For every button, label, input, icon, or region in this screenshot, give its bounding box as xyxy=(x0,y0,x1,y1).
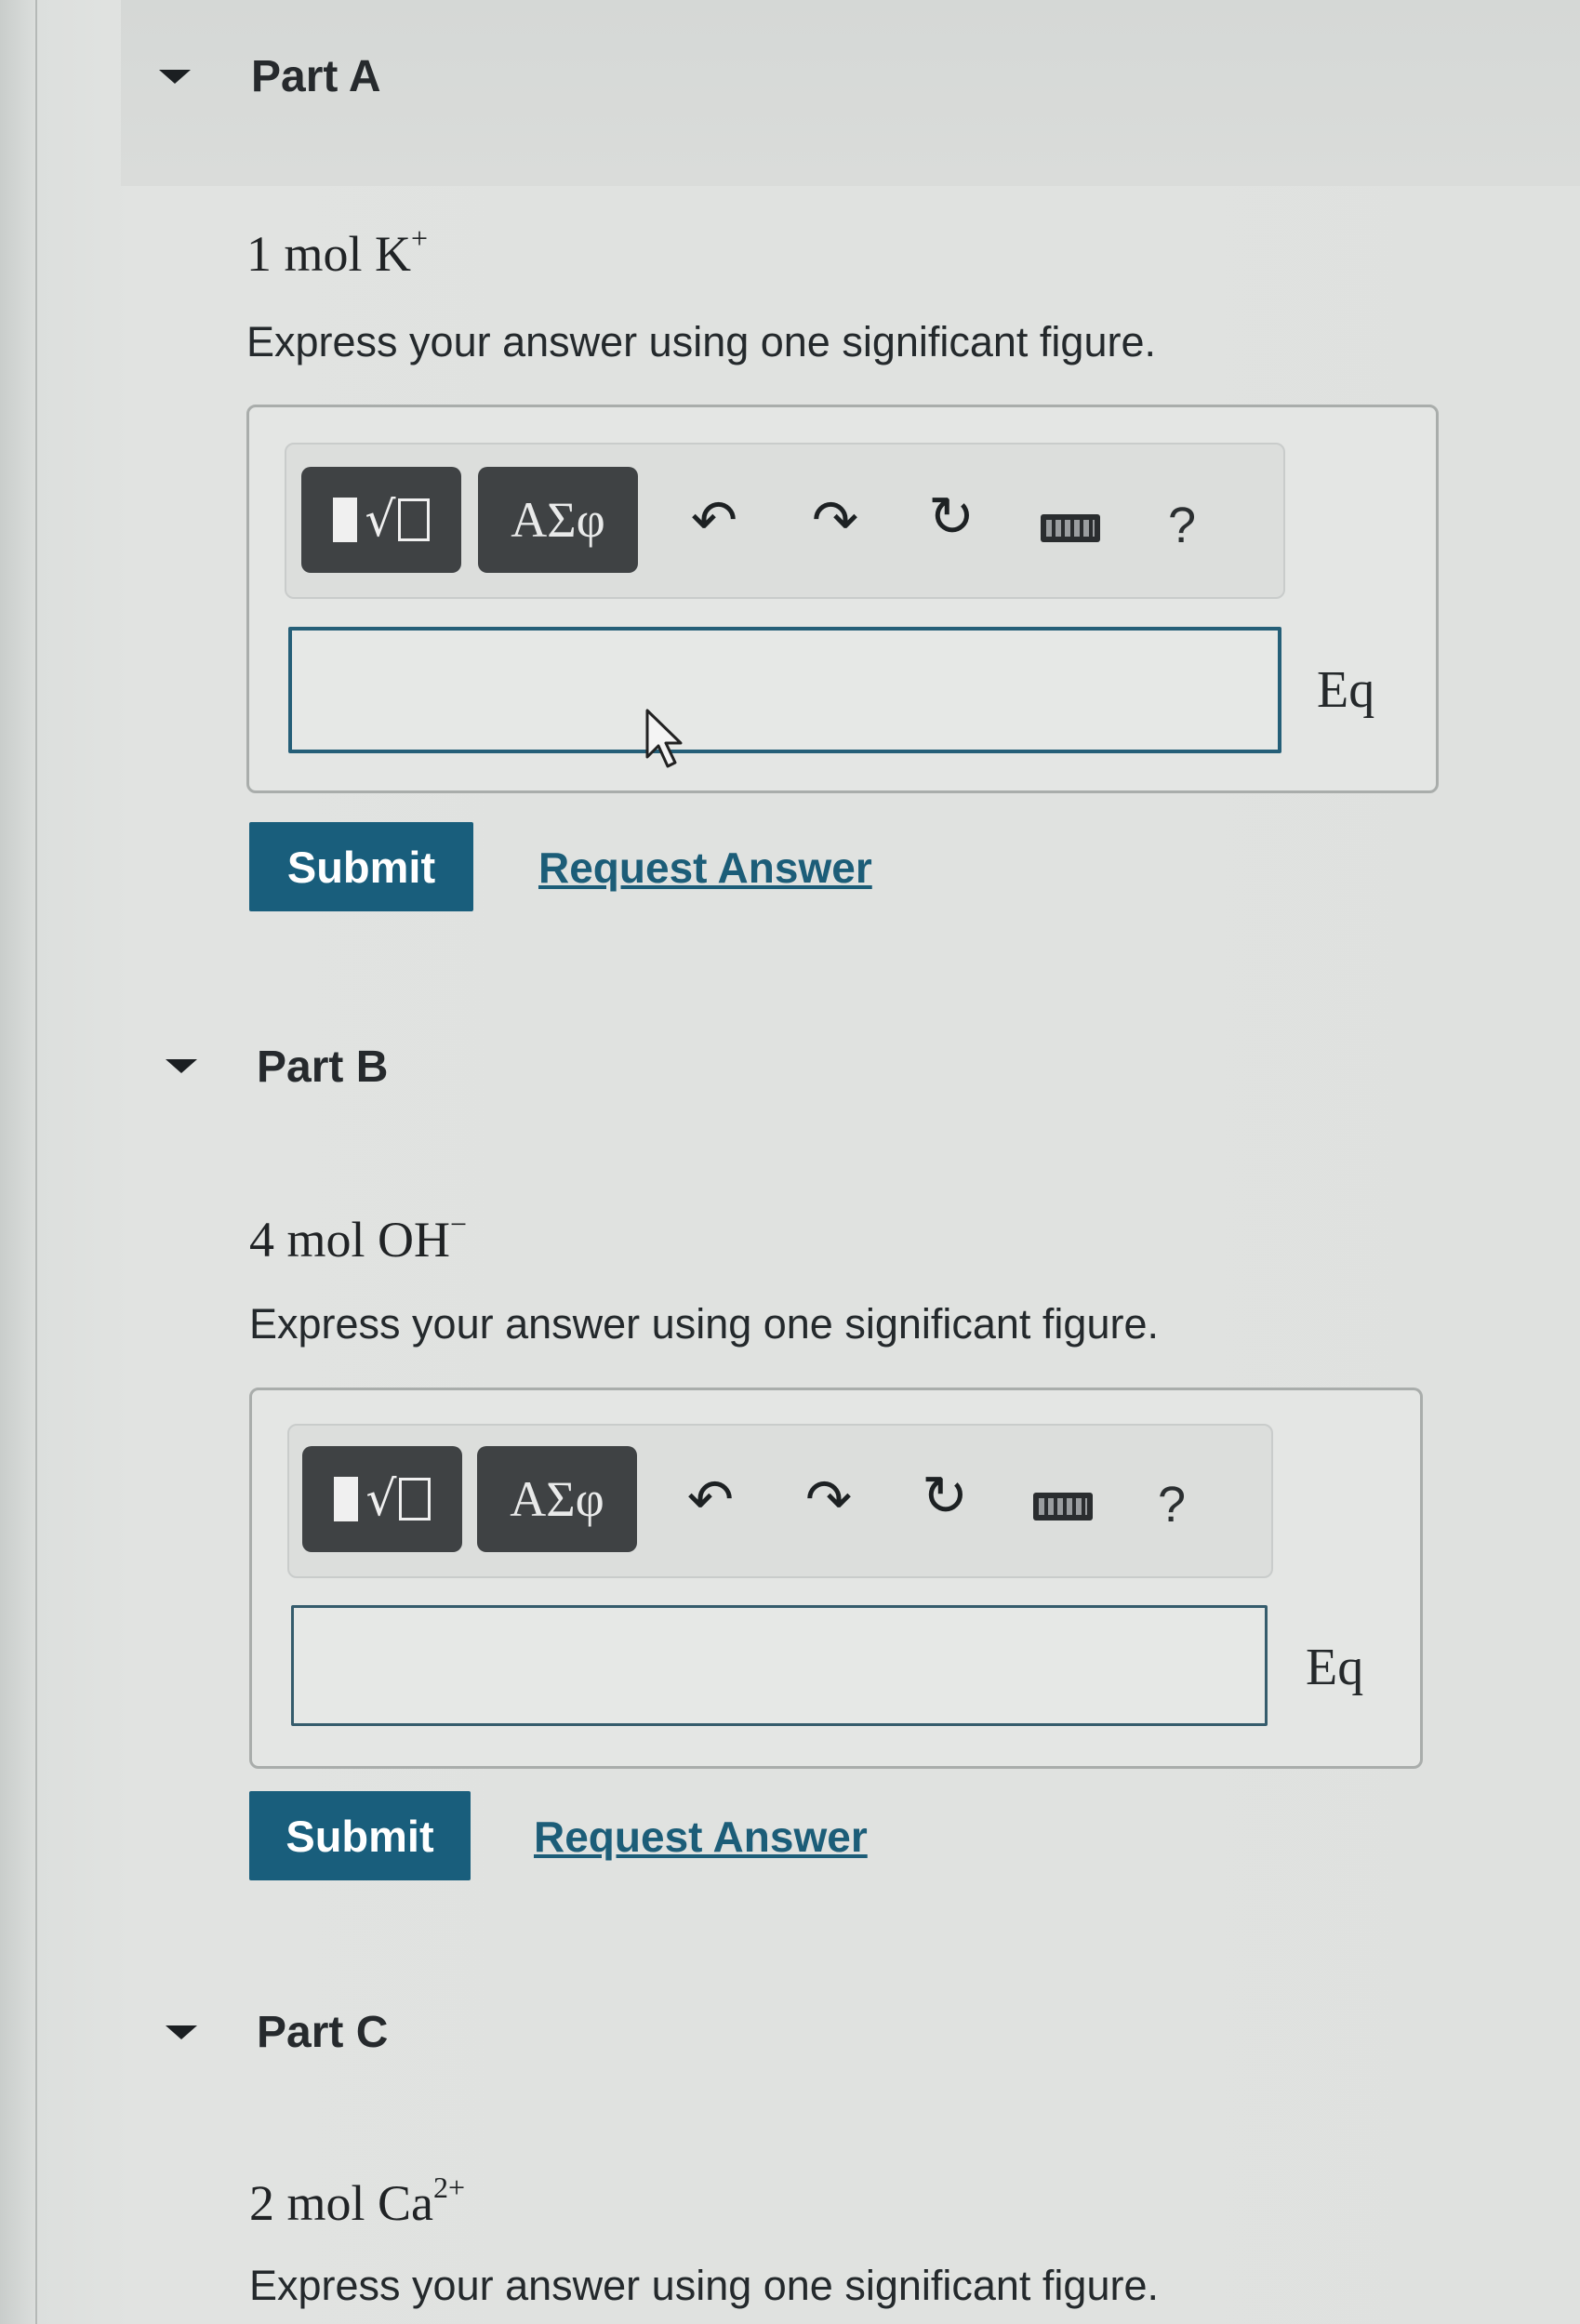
part-a-answer-panel: √ ΑΣφ ↶ ↷ ↻ ? Eq xyxy=(246,405,1439,793)
keyboard-icon[interactable] xyxy=(1033,1493,1093,1521)
part-a-math-toolbar: √ ΑΣφ ↶ ↷ ↻ ? xyxy=(285,443,1285,599)
part-b-math-toolbar: √ ΑΣφ ↶ ↷ ↻ ? xyxy=(287,1424,1273,1578)
part-a-instruction: Express your answer using one significan… xyxy=(246,318,1157,365)
redo-icon[interactable]: ↷ xyxy=(796,1472,861,1528)
templates-button[interactable]: √ xyxy=(301,467,461,573)
mouse-pointer-icon xyxy=(645,709,683,768)
keyboard-icon[interactable] xyxy=(1041,514,1100,542)
undo-icon[interactable]: ↶ xyxy=(682,493,747,549)
part-a-answer-input[interactable] xyxy=(288,627,1281,753)
part-b-title[interactable]: Part B xyxy=(257,1042,388,1093)
collapse-caret-icon[interactable] xyxy=(159,70,191,84)
greek-symbols-button[interactable]: ΑΣφ xyxy=(477,1446,637,1552)
part-c-title[interactable]: Part C xyxy=(257,2007,388,2058)
part-b-answer-input[interactable] xyxy=(291,1605,1268,1726)
part-b-submit-button[interactable]: Submit xyxy=(249,1791,471,1880)
redo-icon[interactable]: ↷ xyxy=(803,493,868,549)
greek-symbols-button[interactable]: ΑΣφ xyxy=(478,467,638,573)
part-c-expression-charge: 2+ xyxy=(433,2171,466,2204)
templates-icon xyxy=(334,1477,359,1521)
part-b-question-expression: 4 mol OH− xyxy=(249,1209,467,1268)
undo-icon[interactable]: ↶ xyxy=(678,1472,743,1528)
reset-icon[interactable]: ↻ xyxy=(919,489,984,545)
templates-button[interactable]: √ xyxy=(302,1446,462,1552)
part-c-question-expression: 2 mol Ca2+ xyxy=(249,2171,466,2232)
part-b-request-answer-link[interactable]: Request Answer xyxy=(534,1812,868,1862)
help-icon[interactable]: ? xyxy=(1158,1476,1186,1534)
help-icon[interactable]: ? xyxy=(1168,497,1196,554)
collapse-caret-icon[interactable] xyxy=(166,1059,197,1073)
part-a-expression-base: 1 mol K xyxy=(246,226,412,282)
part-b-expression-base: 4 mol OH xyxy=(249,1212,450,1268)
part-a-request-answer-link[interactable]: Request Answer xyxy=(538,843,872,893)
part-c-expression-base: 2 mol Ca xyxy=(249,2175,433,2231)
part-a-question-expression: 1 mol K+ xyxy=(246,223,428,283)
greek-symbols-icon: ΑΣφ xyxy=(510,1471,604,1527)
part-a-title[interactable]: Part A xyxy=(251,51,381,102)
part-a-eq-label: Eq xyxy=(1317,661,1375,719)
left-divider xyxy=(35,0,37,2324)
part-a-submit-button[interactable]: Submit xyxy=(249,822,473,911)
page: Part A 1 mol K+ Express your answer usin… xyxy=(0,0,1580,2324)
greek-symbols-icon: ΑΣφ xyxy=(511,492,605,548)
part-b-instruction: Express your answer using one significan… xyxy=(249,1300,1160,1348)
part-a-expression-charge: + xyxy=(411,221,429,255)
reset-icon[interactable]: ↻ xyxy=(912,1468,977,1524)
part-c-instruction: Express your answer using one significan… xyxy=(249,2262,1160,2309)
part-b-answer-panel: √ ΑΣφ ↶ ↷ ↻ ? Eq xyxy=(249,1388,1423,1769)
part-b-eq-label: Eq xyxy=(1306,1639,1364,1696)
templates-icon xyxy=(333,498,358,542)
part-b-expression-charge: − xyxy=(450,1207,468,1241)
collapse-caret-icon[interactable] xyxy=(166,2025,197,2039)
